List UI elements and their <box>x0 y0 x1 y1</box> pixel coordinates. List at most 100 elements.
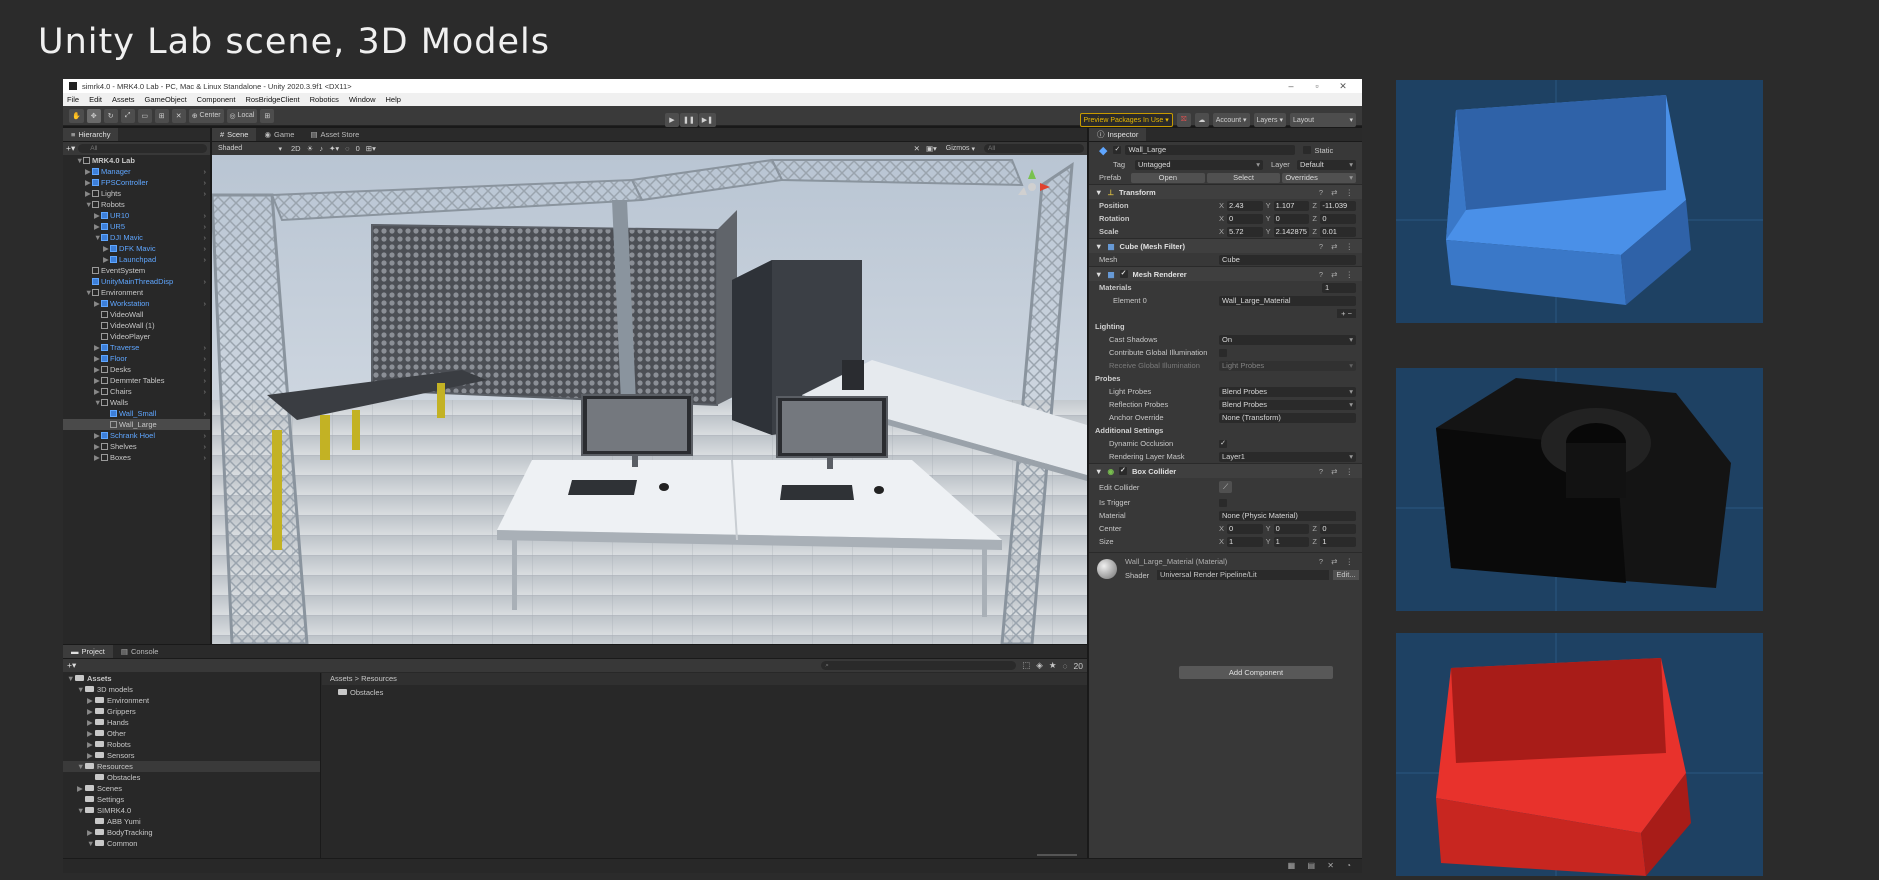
scale-tool-icon[interactable]: ⤢ <box>120 108 135 123</box>
center-x-field[interactable]: 0 <box>1227 523 1263 534</box>
foldout-arrow-icon[interactable]: ▼ <box>77 761 85 772</box>
custom-tool-icon[interactable]: ✕ <box>171 108 186 123</box>
file-item[interactable]: Obstacles <box>322 687 1087 698</box>
hierarchy-item[interactable]: ▼ MRK4.0 Lab <box>63 155 210 166</box>
menu-help[interactable]: Help <box>386 95 401 104</box>
foldout-arrow-icon[interactable]: ▼ <box>85 199 92 210</box>
breadcrumb-resources[interactable]: Resources <box>361 674 397 683</box>
foldout-arrow-icon[interactable]: ▼ <box>94 232 101 243</box>
prefab-open-button[interactable]: Open <box>1131 172 1205 183</box>
is-trigger-checkbox[interactable] <box>1219 498 1227 507</box>
position-y-field[interactable]: 1.107 <box>1273 200 1310 211</box>
materials-count-field[interactable]: 1 <box>1322 282 1356 293</box>
hierarchy-item[interactable]: ▼ Walls <box>63 397 210 408</box>
minimize-icon[interactable]: – <box>1278 81 1304 91</box>
effects-toggle-icon[interactable]: ✦▾ <box>329 144 339 153</box>
chevron-right-icon[interactable]: › <box>204 386 207 397</box>
project-tree-item[interactable]: ▶ Environment <box>63 695 320 706</box>
account-dropdown[interactable]: Account ▾ <box>1212 113 1250 127</box>
size-x-field[interactable]: 1 <box>1227 536 1263 547</box>
menu-gameobject[interactable]: GameObject <box>145 95 187 104</box>
project-tree-item[interactable]: ▶ BodyTracking <box>63 827 320 838</box>
hierarchy-item[interactable]: UnityMainThreadDisp › <box>63 276 210 287</box>
hierarchy-item[interactable]: ▼ DJI Mavic › <box>63 232 210 243</box>
close-icon[interactable]: ✕ <box>1330 81 1356 92</box>
hierarchy-item[interactable]: Wall_Large <box>63 419 210 430</box>
collider-material-field[interactable]: None (Physic Material) <box>1219 510 1356 521</box>
component-menu-icons[interactable]: ? ⇄ ⋮ <box>1319 188 1356 197</box>
foldout-arrow-icon[interactable]: ▶ <box>87 717 95 728</box>
edit-collider-button[interactable]: ⟋ <box>1219 481 1233 493</box>
foldout-arrow-icon[interactable]: ▶ <box>87 827 95 838</box>
foldout-arrow-icon[interactable]: ▶ <box>103 254 110 265</box>
active-checkbox[interactable]: ✓ <box>1113 146 1122 154</box>
project-tree-item[interactable]: ▶ Scenes <box>63 783 320 794</box>
hierarchy-item[interactable]: EventSystem <box>63 265 210 276</box>
hierarchy-item[interactable]: ▶ Boxes › <box>63 452 210 463</box>
menu-edit[interactable]: Edit <box>89 95 102 104</box>
menu-assets[interactable]: Assets <box>112 95 135 104</box>
hierarchy-item[interactable]: ▶ Chairs › <box>63 386 210 397</box>
tab-scene[interactable]: # Scene <box>212 128 257 141</box>
foldout-arrow-icon[interactable]: ▶ <box>94 353 101 364</box>
material-menu-icons[interactable]: ? ⇄ ⋮ <box>1319 557 1356 566</box>
grid-toggle-icon[interactable]: ⊞▾ <box>366 144 376 153</box>
chevron-right-icon[interactable]: › <box>204 298 207 309</box>
preview-packages-button[interactable]: Preview Packages In Use ▾ <box>1079 113 1173 127</box>
hierarchy-item[interactable]: ▶ Manager › <box>63 166 210 177</box>
mode-2d-toggle[interactable]: 2D <box>291 144 301 153</box>
chevron-right-icon[interactable]: › <box>204 441 207 452</box>
foldout-arrow-icon[interactable]: ▶ <box>87 750 95 761</box>
hierarchy-item[interactable]: ▶ Floor › <box>63 353 210 364</box>
foldout-arrow-icon[interactable]: ▶ <box>94 364 101 375</box>
element0-field[interactable]: Wall_Large_Material <box>1219 295 1356 306</box>
chevron-right-icon[interactable]: › <box>204 375 207 386</box>
project-tree-item[interactable]: Obstacles <box>63 772 320 783</box>
pivot-local-button[interactable]: ◎ Local <box>226 108 258 123</box>
chevron-right-icon[interactable]: › <box>204 221 207 232</box>
shader-edit-button[interactable]: Edit... <box>1333 570 1359 580</box>
hierarchy-search-input[interactable]: All <box>78 144 207 153</box>
scale-y-field[interactable]: 2.142875 <box>1273 226 1310 237</box>
position-x-field[interactable]: 2.43 <box>1227 200 1263 211</box>
project-tree-item[interactable]: ▶ Other <box>63 728 320 739</box>
visibility-icon[interactable]: ◌ <box>345 144 349 153</box>
cloud-icon[interactable]: ☁ <box>1194 113 1209 127</box>
menu-component[interactable]: Component <box>197 95 236 104</box>
mesh-filter-header[interactable]: ▼ ▦ Cube (Mesh Filter) ? ⇄ ⋮ <box>1089 238 1362 253</box>
box-collider-header[interactable]: ▼ ◉ ✓ Box Collider ? ⇄ ⋮ <box>1089 463 1362 478</box>
play-button[interactable]: ▶ <box>665 113 679 127</box>
lighting-section-label[interactable]: Lighting <box>1089 320 1362 333</box>
size-y-field[interactable]: 1 <box>1273 536 1310 547</box>
chevron-right-icon[interactable]: › <box>204 364 207 375</box>
foldout-arrow-icon[interactable]: ▶ <box>94 375 101 386</box>
chevron-right-icon[interactable]: › <box>204 188 207 199</box>
foldout-arrow-icon[interactable]: ▶ <box>87 739 95 750</box>
foldout-arrow-icon[interactable]: ▶ <box>103 243 110 254</box>
chevron-right-icon[interactable]: › <box>204 210 207 221</box>
layout-dropdown[interactable]: Layout ▾ <box>1290 113 1356 127</box>
project-tree-item[interactable]: ABB Yumi <box>63 816 320 827</box>
anchor-override-field[interactable]: None (Transform) <box>1219 412 1356 423</box>
menu-rosbridgeclient[interactable]: RosBridgeClient <box>245 95 299 104</box>
tools-icon[interactable]: ✕ <box>914 144 920 153</box>
project-tree-item[interactable]: Settings <box>63 794 320 805</box>
hierarchy-item[interactable]: ▶ Launchpad › <box>63 254 210 265</box>
scale-x-field[interactable]: 5.72 <box>1227 226 1263 237</box>
mesh-renderer-checkbox[interactable]: ✓ <box>1119 270 1128 278</box>
hierarchy-item[interactable]: VideoPlayer <box>63 331 210 342</box>
chevron-right-icon[interactable]: › <box>204 232 207 243</box>
scene-search-input[interactable]: All <box>984 144 1084 153</box>
hierarchy-item[interactable]: ▶ FPSController › <box>63 177 210 188</box>
chevron-right-icon[interactable]: › <box>204 342 207 353</box>
foldout-arrow-icon[interactable]: ▶ <box>85 177 92 188</box>
foldout-arrow-icon[interactable]: ▶ <box>94 221 101 232</box>
lighting-toggle-icon[interactable]: ☀ <box>307 144 314 153</box>
tab-game[interactable]: ◉ Game <box>256 128 302 141</box>
prefab-select-button[interactable]: Select <box>1206 172 1281 183</box>
project-tree-item[interactable]: ▶ Sensors <box>63 750 320 761</box>
hierarchy-item[interactable]: ▶ UR5 › <box>63 221 210 232</box>
static-checkbox[interactable] <box>1303 146 1312 154</box>
foldout-arrow-icon[interactable]: ▶ <box>87 706 95 717</box>
foldout-arrow-icon[interactable]: ▶ <box>94 342 101 353</box>
